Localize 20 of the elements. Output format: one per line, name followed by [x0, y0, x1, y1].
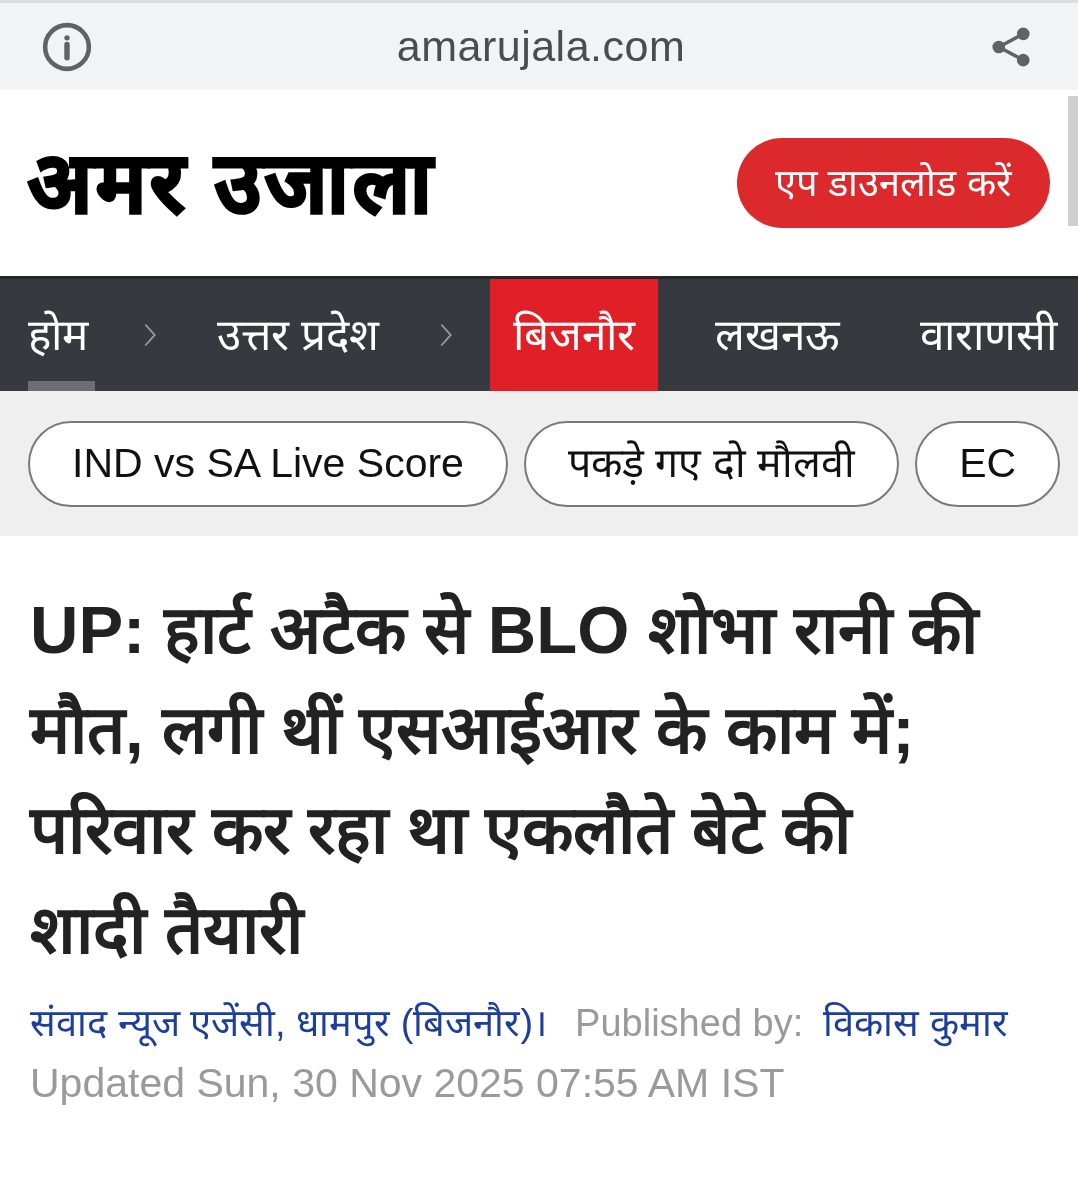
nav-tab[interactable]: होम	[0, 279, 95, 391]
trending-chip[interactable]: पकड़े गए दो मौलवी	[523, 420, 900, 507]
published-label: Published by:	[575, 1001, 804, 1046]
app-download-button[interactable]: एप डाउनलोड करें	[736, 138, 1050, 228]
trending-chip[interactable]: IND vs SA Live Score	[28, 420, 508, 507]
nav-tab[interactable]: उत्तर प्रदेश	[194, 279, 403, 391]
source-link[interactable]: संवाद न्यूज एजेंसी, धामपुर (बिजनौर)।	[30, 998, 548, 1048]
share-icon[interactable]	[990, 25, 1032, 68]
chevron-right-icon	[143, 321, 157, 349]
chevron-right-icon	[439, 321, 454, 349]
info-icon[interactable]	[42, 21, 92, 72]
article-headline: UP: हार्ट अटैक से BLO शोभा रानी की मौत, लगी थीं एसआईआर के काम में; परिवार कर रहा था एकलौते बेटे की शादी तैयारी	[30, 591, 982, 969]
logo-wordmark[interactable]: अमर उजाला	[28, 141, 437, 225]
url-text[interactable]: amarujala.com	[396, 14, 686, 79]
trending-chip[interactable]: EC	[915, 420, 1061, 507]
nav-tab[interactable]: बिजनौर	[490, 279, 659, 391]
author-link[interactable]: विकास कुमार	[823, 998, 1008, 1048]
updated-timestamp: Updated Sun, 30 Nov 2025 07:55 AM IST	[30, 1059, 786, 1108]
nav-tab[interactable]: वाराणसी	[897, 279, 1078, 391]
nav-tab[interactable]: लखनऊ	[692, 279, 864, 391]
